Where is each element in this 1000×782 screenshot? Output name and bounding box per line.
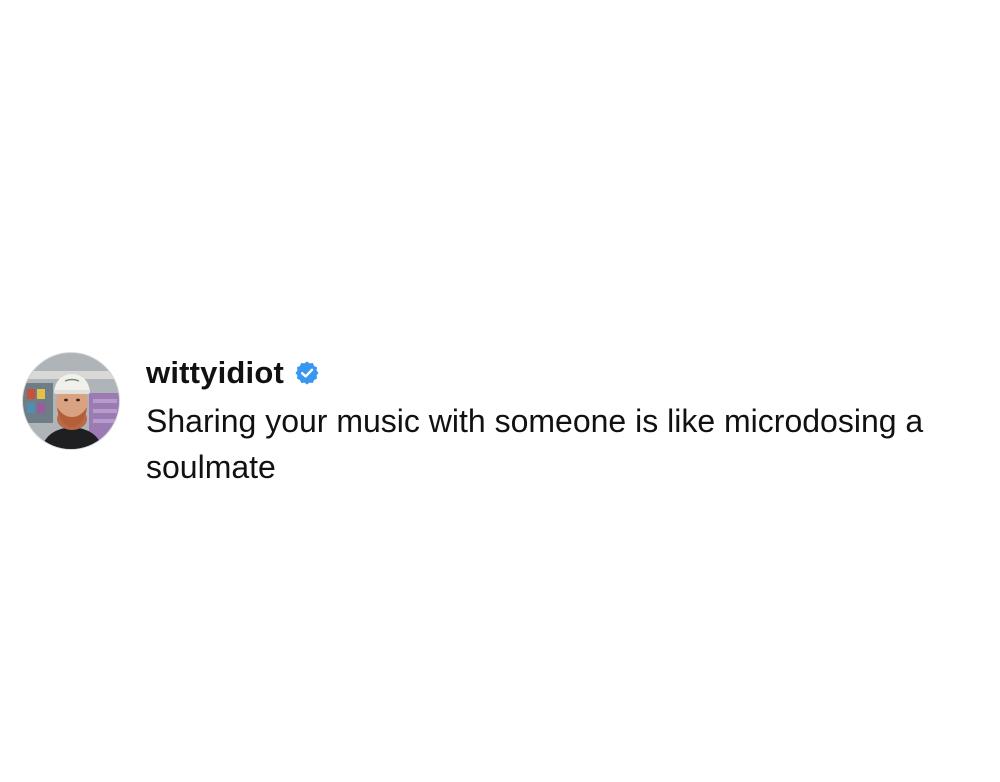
post-header: wittyidiot: [146, 352, 976, 394]
post-content: wittyidiot Sharing your music with someo…: [146, 352, 976, 490]
username[interactable]: wittyidiot: [146, 355, 284, 391]
post: wittyidiot Sharing your music with someo…: [22, 352, 982, 490]
avatar-icon: [23, 353, 119, 449]
verified-badge-icon: [294, 360, 320, 386]
avatar[interactable]: [22, 352, 120, 450]
post-text: Sharing your music with someone is like …: [146, 403, 924, 485]
